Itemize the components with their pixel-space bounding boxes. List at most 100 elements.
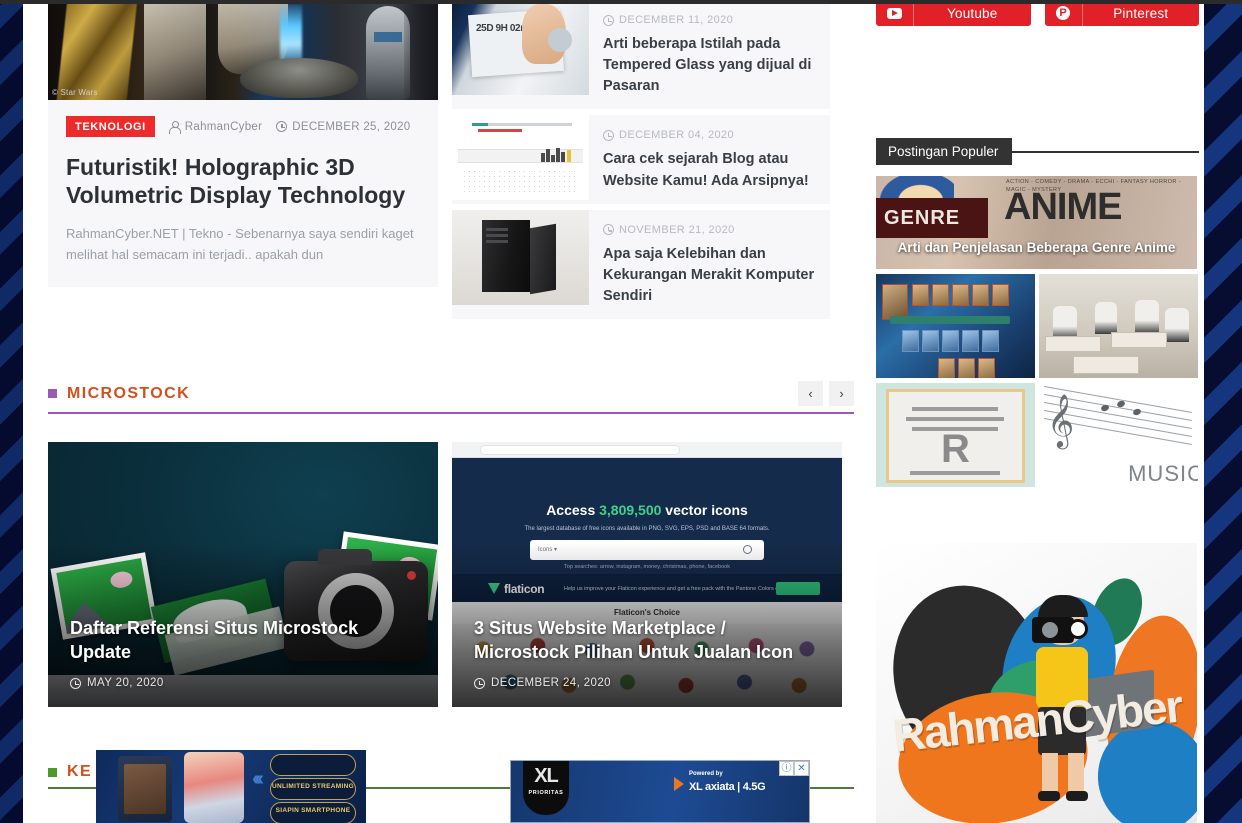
popular-post-thumb-music[interactable]: 𝄞 MUSIC bbox=[1039, 383, 1198, 487]
popular-posts-row-1 bbox=[876, 274, 1199, 378]
archive-calendar bbox=[462, 169, 579, 197]
microstock-card-date: DECEMBER 24, 2020 bbox=[491, 677, 611, 690]
popular-post-thumb-certificate[interactable]: R bbox=[876, 383, 1035, 487]
anime-wordmark: ANIME bbox=[1004, 186, 1122, 228]
featured-article-title[interactable]: Futuristik! Holographic 3D Volumetric Di… bbox=[66, 153, 420, 209]
microstock-card-date-row: DECEMBER 24, 2020 bbox=[474, 677, 611, 689]
ad-controls: ⓘ ✕ bbox=[779, 761, 809, 776]
featured-article-list: 25D 9H 02mm DECEMBER 11, 2020 Arti beber… bbox=[452, 0, 830, 325]
popular-posts-grid: ACTION - COMEDY - DRAMA - ECCHI - FANTAS… bbox=[876, 176, 1199, 487]
ad-person-2 bbox=[184, 752, 244, 823]
card-overlay bbox=[452, 442, 842, 708]
microstock-card-date-row: MAY 20, 2020 bbox=[70, 677, 164, 689]
list-item-date-row: NOVEMBER 21, 2020 bbox=[603, 224, 818, 236]
author-meta: RahmanCyber bbox=[169, 120, 263, 134]
microstock-card-title[interactable]: Daftar Referensi Situs Microstock Update bbox=[70, 616, 416, 666]
list-item-title[interactable]: Cara cek sejarah Blog atau Website Kamu!… bbox=[603, 149, 818, 191]
popular-post-thumb-classroom[interactable] bbox=[1039, 274, 1198, 378]
genre-banner: GENRE bbox=[876, 198, 988, 238]
carousel-prev-button[interactable]: ‹ bbox=[798, 381, 823, 407]
xl-logo-text: XL bbox=[534, 765, 559, 787]
ad-close-icon[interactable]: ✕ bbox=[794, 761, 809, 776]
list-item-text: NOVEMBER 21, 2020 Apa saja Kelebihan dan… bbox=[603, 210, 830, 319]
list-item-date-row: DECEMBER 11, 2020 bbox=[603, 14, 818, 26]
square-bullet-icon bbox=[48, 389, 57, 399]
list-item-text: DECEMBER 11, 2020 Arti beberapa Istilah … bbox=[603, 0, 830, 109]
social-label-pinterest: Pinterest bbox=[1113, 5, 1169, 21]
list-item[interactable]: NOVEMBER 21, 2020 Apa saja Kelebihan dan… bbox=[452, 209, 830, 320]
social-label-youtube: Youtube bbox=[947, 5, 998, 21]
publish-date: DECEMBER 25, 2020 bbox=[292, 120, 411, 133]
article-thumbnail[interactable] bbox=[452, 115, 589, 201]
page-container: © Star Wars TEKNOLOGI RahmanCyber DECEMB… bbox=[23, 0, 1204, 823]
clock-icon bbox=[603, 14, 614, 26]
section-header: MICROSTOCK ‹ › bbox=[48, 381, 854, 415]
microstock-card[interactable]: Daftar Referensi Situs Microstock Update… bbox=[48, 442, 438, 708]
top-bar bbox=[0, 0, 1242, 4]
featured-article-excerpt: RahmanCyber.NET | Tekno - Sebenarnya say… bbox=[66, 226, 414, 263]
prioritas-text: PRIORITAS bbox=[528, 790, 564, 796]
user-icon bbox=[169, 121, 182, 134]
section-title-wrap: MICROSTOCK bbox=[48, 385, 190, 403]
list-item[interactable]: 25D 9H 02mm DECEMBER 11, 2020 Arti beber… bbox=[452, 0, 830, 110]
featured-row: © Star Wars TEKNOLOGI RahmanCyber DECEMB… bbox=[48, 0, 854, 325]
brand-logo-banner[interactable]: RahmanCyber bbox=[876, 543, 1197, 823]
hologram-beam bbox=[280, 4, 302, 66]
microstock-section: MICROSTOCK ‹ › Daftar Referensi Situs Mi… bbox=[48, 381, 854, 708]
clock-icon bbox=[70, 677, 81, 689]
list-item-date: DECEMBER 11, 2020 bbox=[619, 14, 734, 26]
c3po-figure bbox=[56, 0, 138, 100]
bottom-section-title[interactable]: KE bbox=[67, 763, 92, 781]
ad-pill-3: SIAPIN SMARTPHONE bbox=[270, 802, 356, 823]
author-name: RahmanCyber bbox=[184, 120, 263, 133]
list-item-title[interactable]: Arti beberapa Istilah pada Tempered Glas… bbox=[603, 34, 818, 97]
archive-timeline bbox=[458, 148, 583, 164]
popular-post-featured[interactable]: ACTION - COMEDY - DRAMA - ECCHI - FANTAS… bbox=[876, 176, 1197, 269]
clock-icon bbox=[474, 677, 485, 689]
card-graphic bbox=[882, 284, 908, 320]
treble-clef-icon: 𝄞 bbox=[1047, 393, 1075, 447]
ad-powered-by: Powered by bbox=[689, 771, 723, 777]
pc-side-panel bbox=[530, 223, 556, 295]
ad-brand: XL axiata | 4.5G bbox=[689, 781, 766, 793]
category-badge[interactable]: TEKNOLOGI bbox=[66, 116, 155, 137]
clock-icon bbox=[276, 121, 288, 132]
certificate-letter: R bbox=[941, 427, 970, 471]
image-shadow bbox=[404, 0, 438, 100]
popular-post-title[interactable]: Arti dan Penjelasan Beberapa Genre Anime bbox=[876, 240, 1197, 255]
list-item-text: DECEMBER 04, 2020 Cara cek sejarah Blog … bbox=[603, 115, 830, 203]
ad-arrow-icon bbox=[674, 777, 684, 791]
ad-person-1 bbox=[118, 756, 172, 822]
carousel-nav: ‹ › bbox=[798, 381, 854, 407]
ad-pill-2: UNLIMITED STREAMING bbox=[270, 778, 356, 800]
list-item-title[interactable]: Apa saja Kelebihan dan Kekurangan Meraki… bbox=[603, 244, 818, 307]
ad-banner-bottom[interactable]: XL PRIORITAS Powered by XL axiata | 4.5G… bbox=[510, 760, 810, 823]
popular-posts-header: Postingan Populer bbox=[876, 138, 1199, 165]
section-title[interactable]: MICROSTOCK bbox=[67, 385, 190, 403]
circle-sticker bbox=[548, 28, 572, 52]
microstock-card-title[interactable]: 3 Situs Website Marketplace / Microstock… bbox=[474, 616, 820, 666]
microstock-card[interactable]: Access 3,809,500 vector icons The larges… bbox=[452, 442, 842, 708]
popular-post-thumb-yugioh[interactable] bbox=[876, 274, 1035, 378]
list-item-date-row: DECEMBER 04, 2020 bbox=[603, 129, 818, 141]
popular-posts-row-2: R 𝄞 MUSIC bbox=[876, 383, 1199, 487]
article-thumbnail[interactable] bbox=[452, 209, 589, 305]
sidebar: Youtube P Pinterest Postingan Populer AC… bbox=[876, 0, 1199, 823]
card-overlay bbox=[48, 442, 438, 708]
music-wordmark: MUSIC bbox=[1128, 461, 1198, 486]
ad-banner-left[interactable]: ‹‹‹ UNLIMITED STREAMING SIAPIN SMARTPHON… bbox=[96, 750, 366, 823]
list-item[interactable]: DECEMBER 04, 2020 Cara cek sejarah Blog … bbox=[452, 115, 830, 204]
featured-article-image[interactable]: © Star Wars bbox=[48, 0, 438, 100]
ad-info-icon[interactable]: ⓘ bbox=[779, 761, 794, 776]
ad-chevrons: ‹‹‹ bbox=[252, 768, 264, 790]
hologram-projector-base bbox=[240, 58, 358, 98]
main-content: © Star Wars TEKNOLOGI RahmanCyber DECEMB… bbox=[48, 0, 854, 790]
popular-posts-title: Postingan Populer bbox=[876, 138, 1013, 165]
featured-article[interactable]: © Star Wars TEKNOLOGI RahmanCyber DECEMB… bbox=[48, 0, 438, 288]
list-item-date: DECEMBER 04, 2020 bbox=[619, 129, 735, 142]
article-thumbnail[interactable]: 25D 9H 02mm bbox=[452, 0, 589, 95]
section-title-wrap: KE bbox=[48, 763, 92, 781]
image-credit: © Star Wars bbox=[52, 88, 98, 97]
carousel-next-button[interactable]: › bbox=[829, 381, 854, 407]
list-item-date: NOVEMBER 21, 2020 bbox=[619, 223, 735, 236]
